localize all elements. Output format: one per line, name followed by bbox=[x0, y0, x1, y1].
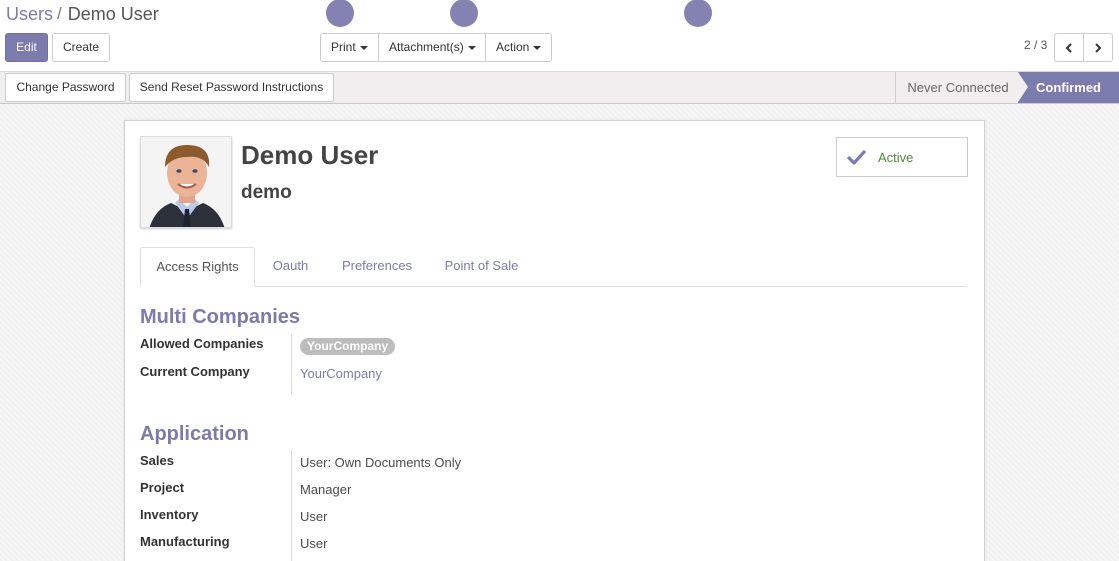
caret-down-icon bbox=[467, 45, 476, 50]
user-login: demo bbox=[241, 182, 292, 203]
send-reset-password-button[interactable]: Send Reset Password Instructions bbox=[129, 73, 334, 102]
pager-next-button[interactable] bbox=[1083, 33, 1113, 62]
field-separator bbox=[291, 450, 292, 561]
tab-point-of-sale[interactable]: Point of Sale bbox=[436, 247, 527, 287]
caret-down-icon bbox=[359, 45, 368, 50]
tab-preferences[interactable]: Preferences bbox=[330, 247, 424, 287]
app-label-sales: Sales bbox=[140, 453, 174, 468]
stage-never-connected: Never Connected bbox=[895, 72, 1020, 103]
sidebar-actions: Print Attachment(s) Action bbox=[320, 33, 552, 62]
user-avatar[interactable] bbox=[140, 136, 232, 228]
stage-arrow-divider bbox=[1018, 72, 1028, 102]
active-toggle-button[interactable]: Active bbox=[836, 137, 968, 177]
active-label: Active bbox=[878, 149, 914, 165]
action-label: Action bbox=[496, 40, 530, 54]
tour-tip-dot[interactable] bbox=[450, 0, 478, 27]
app-value-sales: User: Own Documents Only bbox=[300, 455, 462, 470]
allowed-company-tag: YourCompany bbox=[300, 338, 396, 355]
check-icon bbox=[846, 149, 866, 165]
attachments-dropdown[interactable]: Attachment(s) bbox=[378, 33, 486, 62]
print-label: Print bbox=[331, 40, 356, 54]
app-label-inventory: Inventory bbox=[140, 507, 199, 522]
stage-confirmed: Confirmed bbox=[1018, 72, 1119, 103]
chevron-left-icon bbox=[1065, 42, 1072, 53]
notebook-tabs: Access Rights Oauth Preferences Point of… bbox=[140, 247, 967, 287]
tab-oauth[interactable]: Oauth bbox=[260, 247, 321, 287]
tour-tip-dot[interactable] bbox=[684, 0, 712, 27]
app-value-inventory: User bbox=[300, 509, 328, 524]
control-panel: Users / Demo User Edit Create Print Atta… bbox=[0, 0, 1119, 72]
application-title: Application bbox=[140, 423, 249, 445]
breadcrumb-users-link[interactable]: Users bbox=[6, 4, 53, 24]
pager-value: 2 / 3 bbox=[1024, 38, 1048, 52]
form-statusbar: Change Password Send Reset Password Inst… bbox=[0, 72, 1119, 104]
breadcrumb: Users / Demo User bbox=[6, 4, 159, 24]
app-label-manufacturing: Manufacturing bbox=[140, 534, 230, 549]
attachments-label: Attachment(s) bbox=[389, 40, 464, 54]
app-value-project: Manager bbox=[300, 482, 352, 497]
app-value-manufacturing: User bbox=[300, 536, 328, 551]
tab-access-rights[interactable]: Access Rights bbox=[140, 247, 255, 287]
pager-previous-button[interactable] bbox=[1054, 33, 1084, 62]
current-company-label: Current Company bbox=[140, 364, 250, 379]
caret-down-icon bbox=[533, 45, 542, 50]
edit-button[interactable]: Edit bbox=[5, 33, 48, 62]
change-password-button[interactable]: Change Password bbox=[5, 73, 126, 102]
multi-companies-title: Multi Companies bbox=[140, 306, 301, 328]
user-photo-image bbox=[141, 137, 231, 227]
user-name-title: Demo User bbox=[241, 140, 379, 170]
breadcrumb-separator: / bbox=[57, 4, 62, 23]
allowed-companies-label: Allowed Companies bbox=[140, 336, 264, 351]
breadcrumb-current: Demo User bbox=[67, 4, 159, 24]
field-separator bbox=[291, 334, 292, 394]
tour-tip-dot[interactable] bbox=[326, 0, 354, 27]
current-company-link[interactable]: YourCompany bbox=[300, 366, 382, 382]
action-dropdown[interactable]: Action bbox=[485, 33, 552, 62]
chevron-right-icon bbox=[1095, 42, 1102, 53]
print-dropdown[interactable]: Print bbox=[320, 33, 379, 62]
create-button[interactable]: Create bbox=[52, 33, 110, 62]
app-label-project: Project bbox=[140, 480, 185, 495]
